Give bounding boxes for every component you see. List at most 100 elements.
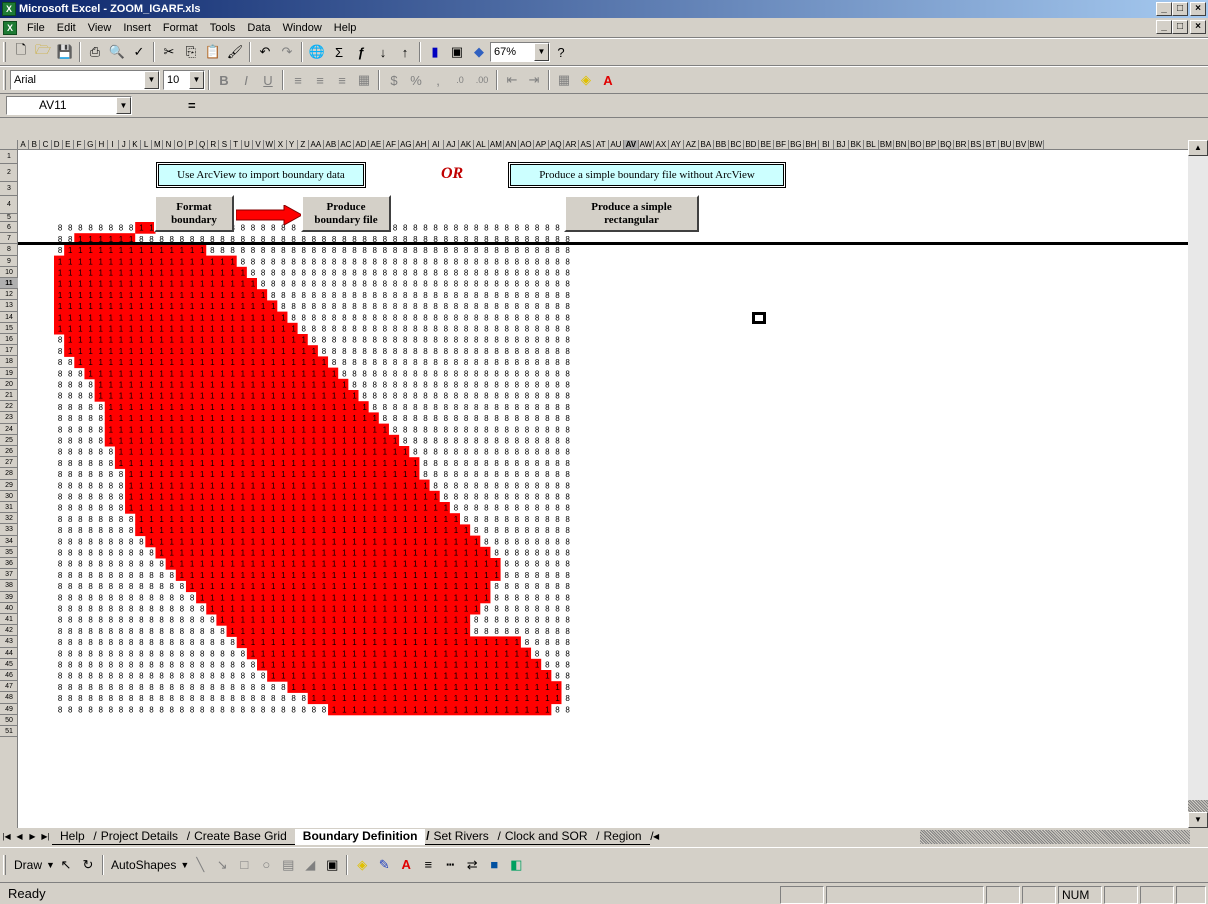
maximize-button[interactable]: □ <box>1172 2 1188 16</box>
column-header-ai[interactable]: AI <box>429 140 444 149</box>
column-header-t[interactable]: T <box>231 140 242 149</box>
menu-insert[interactable]: Insert <box>117 22 157 34</box>
menu-format[interactable]: Format <box>157 22 204 34</box>
column-header-ba[interactable]: BA <box>699 140 714 149</box>
first-sheet-icon[interactable]: |◀ <box>0 830 13 844</box>
row-header-48[interactable]: 48 <box>0 692 18 704</box>
sort-ascending-icon[interactable]: ↓ <box>372 41 394 63</box>
clipart-icon[interactable]: ▣ <box>321 854 343 876</box>
align-right-icon[interactable]: ≡ <box>331 69 353 91</box>
function-icon[interactable]: ƒ <box>350 41 372 63</box>
format-painter-icon[interactable]: 🖌 <box>224 41 246 63</box>
bold-icon[interactable]: B <box>213 69 235 91</box>
column-header-bj[interactable]: BJ <box>834 140 849 149</box>
shadow-icon[interactable]: ■ <box>483 854 505 876</box>
row-header-33[interactable]: 33 <box>0 524 18 536</box>
column-header-w[interactable]: W <box>264 140 276 149</box>
toolbar-grip[interactable] <box>3 70 6 90</box>
column-header-z[interactable]: Z <box>298 140 309 149</box>
column-header-ab[interactable]: AB <box>324 140 339 149</box>
chevron-down-icon[interactable]: ▼ <box>180 860 189 870</box>
chevron-down-icon[interactable]: ▼ <box>116 97 131 114</box>
column-header-al[interactable]: AL <box>474 140 489 149</box>
row-header-21[interactable]: 21 <box>0 390 18 402</box>
hyperlink-icon[interactable]: 🌐 <box>306 41 328 63</box>
dash-style-icon[interactable]: ┅ <box>439 854 461 876</box>
select-objects-icon[interactable]: ↖ <box>55 854 77 876</box>
column-header-am[interactable]: AM <box>489 140 504 149</box>
oval-icon[interactable]: ○ <box>255 854 277 876</box>
column-header-h[interactable]: H <box>96 140 108 149</box>
free-rotate-icon[interactable]: ↻ <box>77 854 99 876</box>
column-header-bd[interactable]: BD <box>744 140 759 149</box>
worksheet[interactable]: 8888888811888888888888888888888888888888… <box>18 150 1188 828</box>
borders-icon[interactable]: ▦ <box>553 69 575 91</box>
copy-icon[interactable]: ⎘ <box>180 41 202 63</box>
column-header-r[interactable]: R <box>208 140 220 149</box>
chevron-down-icon[interactable]: ▼ <box>189 71 204 89</box>
column-header-p[interactable]: P <box>186 140 197 149</box>
font-size-select[interactable]: 10 ▼ <box>163 70 205 90</box>
column-header-b[interactable]: B <box>29 140 41 149</box>
row-header-6[interactable]: 6 <box>0 222 18 234</box>
column-header-n[interactable]: N <box>163 140 175 149</box>
wordart-icon[interactable]: ◢ <box>299 854 321 876</box>
tab-project-details[interactable]: Project Details <box>92 829 190 845</box>
column-header-bn[interactable]: BN <box>894 140 909 149</box>
save-icon[interactable]: 💾 <box>54 41 76 63</box>
doc-close-button[interactable]: × <box>1190 20 1206 34</box>
row-header-5[interactable]: 5 <box>0 214 18 222</box>
row-header-23[interactable]: 23 <box>0 412 18 424</box>
spelling-icon[interactable]: ✓ <box>128 41 150 63</box>
underline-icon[interactable]: U <box>257 69 279 91</box>
column-header-ak[interactable]: AK <box>459 140 474 149</box>
name-box[interactable]: AV11 ▼ <box>6 96 132 115</box>
column-header-bb[interactable]: BB <box>714 140 729 149</box>
scroll-down-icon[interactable]: ▼ <box>1188 812 1208 828</box>
column-header-av[interactable]: AV <box>623 140 639 149</box>
column-header-m[interactable]: M <box>152 140 164 149</box>
currency-icon[interactable]: $ <box>383 69 405 91</box>
column-header-bk[interactable]: BK <box>849 140 864 149</box>
column-header-ay[interactable]: AY <box>669 140 684 149</box>
next-sheet-icon[interactable]: ▶ <box>26 830 39 844</box>
row-header-45[interactable]: 45 <box>0 659 18 670</box>
column-header-bg[interactable]: BG <box>789 140 804 149</box>
menu-file[interactable]: File <box>21 22 51 34</box>
column-header-c[interactable]: C <box>40 140 52 149</box>
row-header-34[interactable]: 34 <box>0 536 18 547</box>
menu-edit[interactable]: Edit <box>51 22 82 34</box>
column-header-bu[interactable]: BU <box>999 140 1014 149</box>
menu-view[interactable]: View <box>82 22 118 34</box>
row-header-44[interactable]: 44 <box>0 648 18 659</box>
undo-icon[interactable]: ↶ <box>254 41 276 63</box>
column-header-br[interactable]: BR <box>954 140 969 149</box>
print-icon[interactable]: ⎙ <box>84 41 106 63</box>
rectangle-icon[interactable]: □ <box>233 854 255 876</box>
workbook-icon[interactable]: X <box>3 20 17 35</box>
edit-formula-button[interactable]: = <box>188 98 196 113</box>
row-header-7[interactable]: 7 <box>0 233 18 245</box>
column-header-bt[interactable]: BT <box>984 140 999 149</box>
column-header-aj[interactable]: AJ <box>444 140 459 149</box>
chevron-down-icon[interactable]: ▼ <box>534 43 549 61</box>
row-header-51[interactable]: 51 <box>0 726 18 738</box>
zoom-select[interactable]: 67% ▼ <box>490 42 550 62</box>
close-button[interactable]: × <box>1190 2 1206 16</box>
menu-help[interactable]: Help <box>328 22 363 34</box>
row-header-16[interactable]: 16 <box>0 334 18 346</box>
font-color-icon[interactable]: A <box>395 854 417 876</box>
percent-icon[interactable]: % <box>405 69 427 91</box>
column-header-bl[interactable]: BL <box>864 140 879 149</box>
tab-boundary-definition[interactable]: Boundary Definition <box>294 829 429 845</box>
column-header-ap[interactable]: AP <box>534 140 549 149</box>
column-header-g[interactable]: G <box>85 140 97 149</box>
column-header-ar[interactable]: AR <box>564 140 579 149</box>
row-header-50[interactable]: 50 <box>0 715 18 726</box>
autoshapes-menu[interactable]: AutoShapes <box>107 858 180 872</box>
comma-icon[interactable]: , <box>427 69 449 91</box>
fill-color-icon[interactable]: ◈ <box>575 69 597 91</box>
menu-tools[interactable]: Tools <box>204 22 242 34</box>
doc-restore-button[interactable]: □ <box>1172 20 1188 34</box>
column-header-x[interactable]: X <box>275 140 287 149</box>
